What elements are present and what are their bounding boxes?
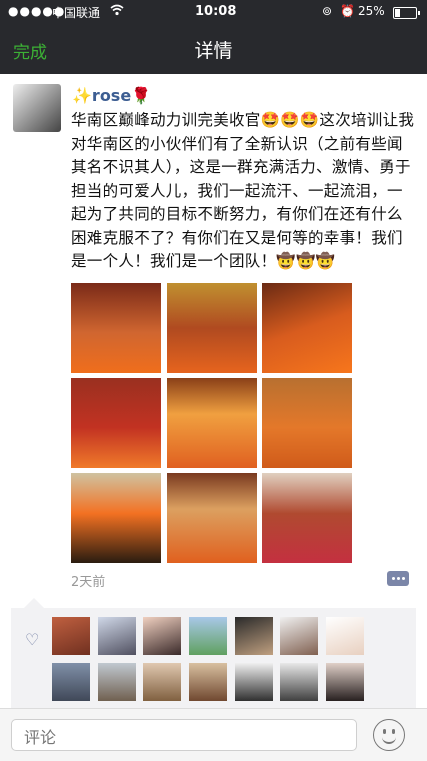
liker-avatar[interactable] [280, 617, 318, 655]
liker-avatar[interactable] [280, 663, 318, 701]
photo-thumbnail[interactable] [262, 283, 352, 373]
heart-icon: ♡ [25, 630, 40, 649]
clock: 10:08 [195, 4, 237, 19]
emoji-eye [383, 729, 386, 734]
liker-avatar[interactable] [52, 663, 90, 701]
likes-pointer [24, 598, 44, 608]
photo-thumbnail[interactable] [71, 473, 161, 563]
liker-avatar[interactable] [143, 663, 181, 701]
photo-thumbnail[interactable] [262, 378, 352, 468]
photo-thumbnail[interactable] [71, 378, 161, 468]
author-label: rose [91, 86, 132, 105]
liker-avatar[interactable] [98, 617, 136, 655]
photo-thumbnail[interactable] [167, 473, 257, 563]
rotation-lock-icon: ⊚ [322, 4, 333, 18]
battery-icon [393, 7, 420, 19]
page-title: 详情 [194, 40, 233, 62]
emoji-eye [392, 729, 395, 734]
liker-avatar[interactable] [326, 663, 364, 701]
liker-avatar[interactable] [235, 617, 273, 655]
photo-thumbnail[interactable] [167, 283, 257, 373]
liker-avatar[interactable] [235, 663, 273, 701]
liker-avatar[interactable] [326, 617, 364, 655]
sparkle-emoji: ✨ [72, 86, 92, 105]
photo-thumbnail[interactable] [262, 473, 352, 563]
status-bar: ●●●●● 中国联通 10:08 ⊚ ⏰ 25% [0, 0, 427, 24]
wifi-icon [110, 4, 124, 19]
post-text: 华南区巅峰动力训完美收官🤩🤩🤩这次培训让我对华南区的小伙伴们有了全新认识（之前有… [71, 111, 415, 270]
comment-bar [0, 708, 427, 761]
liker-avatar[interactable] [98, 663, 136, 701]
comment-icon[interactable] [387, 571, 409, 586]
battery-percent: 25% [358, 4, 385, 18]
post-time: 2天前 [71, 575, 106, 590]
comment-input[interactable] [11, 719, 357, 751]
comment-dot [402, 577, 405, 580]
rose-emoji: 🌹 [131, 86, 152, 105]
liker-avatar[interactable] [143, 617, 181, 655]
liker-avatar[interactable] [52, 617, 90, 655]
carrier-name: 中国联通 [52, 6, 101, 20]
avatar[interactable] [13, 84, 61, 132]
liker-avatar[interactable] [189, 663, 227, 701]
comment-dot [392, 577, 395, 580]
liker-avatar[interactable] [189, 617, 227, 655]
author-name[interactable]: ✨rose🌹 [72, 86, 151, 105]
nav-bar: 完成 详情 [0, 24, 427, 74]
emoji-mouth [382, 736, 396, 744]
comment-dot [397, 577, 400, 580]
photo-thumbnail[interactable] [167, 378, 257, 468]
emoji-icon[interactable] [373, 719, 405, 751]
photo-thumbnail[interactable] [71, 283, 161, 373]
alarm-icon: ⏰ [340, 4, 355, 18]
